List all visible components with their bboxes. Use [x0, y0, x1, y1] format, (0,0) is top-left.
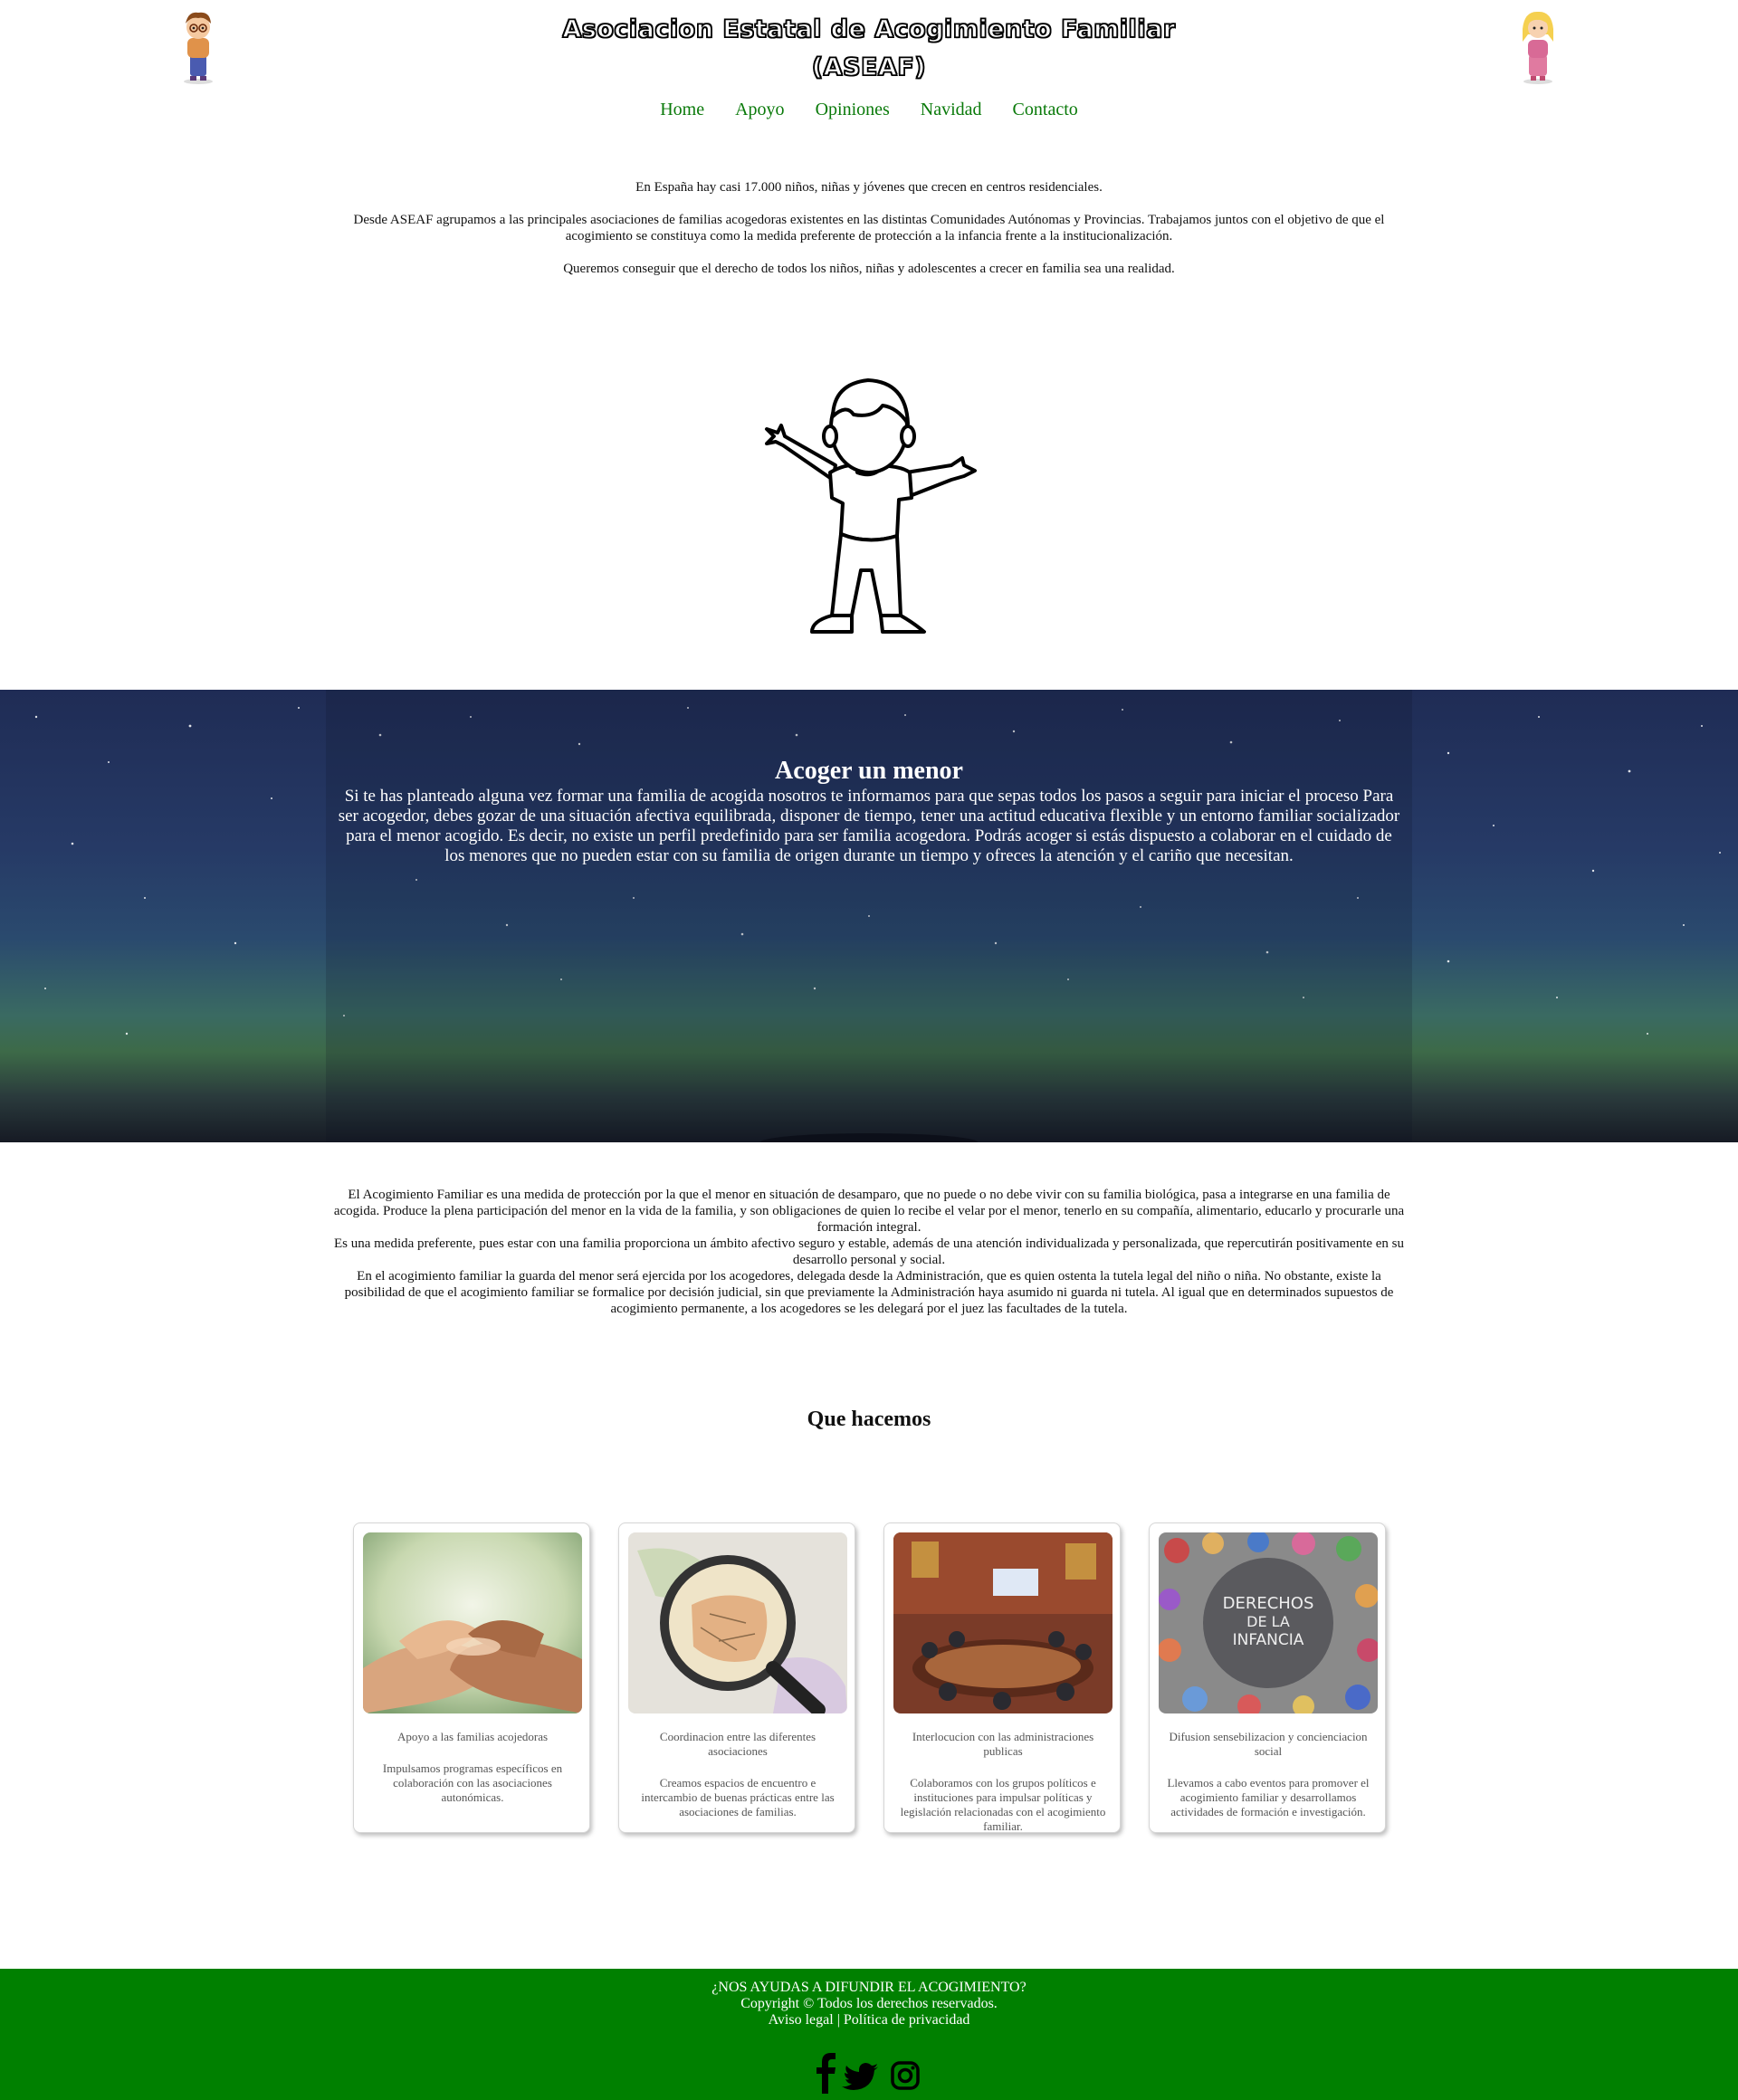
intro-section: En España hay casi 17.000 niños, niñas y… [321, 179, 1417, 293]
aviso-legal-link[interactable]: Aviso legal [769, 2012, 834, 2028]
description-paragraph-2: Es una medida preferente, pues estar con… [333, 1236, 1405, 1267]
children-rights-image: DERECHOS DE LA INFANCIA [1159, 1532, 1378, 1713]
card-title: Interlocucion con las administraciones p… [912, 1730, 1094, 1758]
footer-copyright: Copyright © Todos los derechos reservado… [740, 1996, 998, 2011]
card-title: Difusion sensebilizacion y concienciacio… [1169, 1730, 1368, 1758]
card-title: Apoyo a las familias acojedoras [396, 1730, 549, 1743]
acoger-menor-text: Si te has planteado alguna vez formar un… [338, 787, 1400, 865]
nav-home-link[interactable]: Home [660, 100, 704, 120]
footer-cta: ¿NOS AYUDAS A DIFUNDIR EL ACOGIMIENTO? [711, 1980, 1027, 1995]
que-hacemos-title: Que hacemos [807, 1408, 931, 1431]
card-text: Llevamos a cabo eventos para promover el… [1167, 1776, 1370, 1818]
instagram-icon[interactable] [891, 2061, 920, 2090]
hands-image [363, 1532, 582, 1713]
footer-legal-links: Aviso legal | Política de privacidad [0, 2012, 1738, 2028]
girl-mascot-icon [1523, 11, 1553, 84]
site-title: Asociacion Estatal de Acogimiento Famili… [562, 14, 1176, 82]
card-coordinacion[interactable]: Coordinacion entre las diferentes asocia… [618, 1522, 855, 1833]
description-paragraph-3: En el acogimiento familiar la guarda del… [344, 1269, 1394, 1316]
boy-mascot-icon [184, 12, 213, 84]
acoger-menor-title: Acoger un menor [775, 757, 963, 785]
card-text: Colaboramos con los grupos políticos e i… [900, 1776, 1106, 1833]
nav-opiniones-link[interactable]: Opiniones [816, 100, 890, 120]
card-title: Coordinacion entre las diferentes asocia… [659, 1730, 816, 1758]
card-text: Creamos espacios de encuentro e intercam… [641, 1776, 835, 1818]
acogimiento-description: El Acogimiento Familiar es una medida de… [326, 1187, 1412, 1317]
facebook-icon[interactable] [816, 2053, 836, 2094]
intro-paragraph-2: Desde ASEAF agrupamos a las principales … [353, 213, 1385, 243]
twitter-icon[interactable] [842, 2063, 878, 2090]
derechos-line-1: DERECHOS [1223, 1594, 1314, 1613]
nav-apoyo-link[interactable]: Apoyo [735, 100, 784, 120]
main-nav: Home Apoyo Opiniones Navidad Contacto [0, 100, 1738, 120]
footer-separator: | [833, 2012, 844, 2028]
description-paragraph-1: El Acogimiento Familiar es una medida de… [333, 1188, 1405, 1235]
acoger-menor-banner: Acoger un menor Si te has planteado algu… [0, 690, 1738, 1142]
nav-contacto-link[interactable]: Contacto [1013, 100, 1078, 120]
derechos-line-2: DE LA [1246, 1613, 1290, 1630]
privacy-policy-link[interactable]: Política de privacidad [844, 2012, 970, 2028]
meeting-room-image [893, 1532, 1113, 1713]
que-hacemos-cards: Apoyo a las familias acojedoras Impulsam… [353, 1522, 1386, 1835]
nav-navidad-link[interactable]: Navidad [921, 100, 982, 120]
site-footer: ¿NOS AYUDAS A DIFUNDIR EL ACOGIMIENTO? C… [0, 1969, 1738, 2100]
card-text: Impulsamos programas específicos en cola… [382, 1761, 563, 1804]
card-difusion[interactable]: DERECHOS DE LA INFANCIA Difusion sensebi… [1149, 1522, 1386, 1833]
card-interlocucion[interactable]: Interlocucion con las administraciones p… [883, 1522, 1121, 1833]
site-header: Asociacion Estatal de Acogimiento Famili… [0, 0, 1738, 136]
social-icons [816, 2053, 920, 2094]
intro-paragraph-1: En España hay casi 17.000 niños, niñas y… [635, 180, 1103, 195]
derechos-line-3: INFANCIA [1233, 1631, 1304, 1649]
card-apoyo-familias[interactable]: Apoyo a las familias acojedoras Impulsam… [353, 1522, 590, 1833]
magnifier-map-image [628, 1532, 847, 1713]
intro-paragraph-3: Queremos conseguir que el derecho de tod… [563, 262, 1175, 276]
boy-outline-illustration [765, 378, 977, 634]
